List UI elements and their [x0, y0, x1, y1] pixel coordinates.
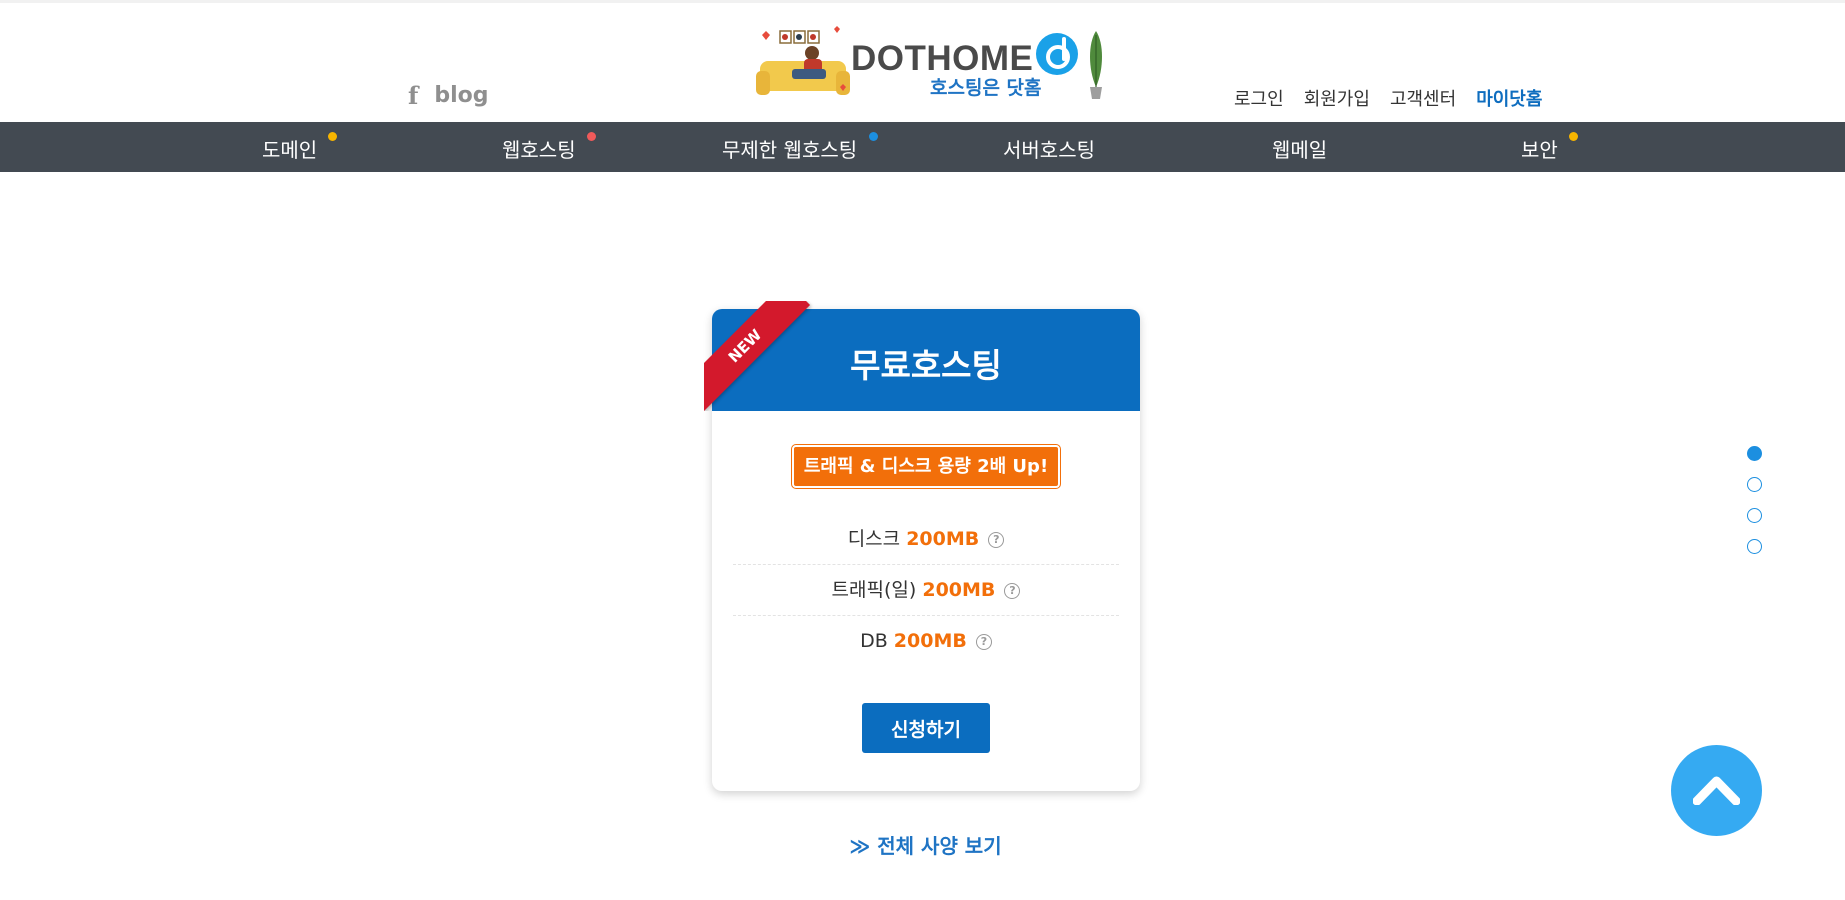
apply-button[interactable]: 신청하기 — [862, 703, 990, 753]
help-icon[interactable]: ? — [988, 531, 1005, 548]
nav-dot-security — [1569, 132, 1578, 141]
nav-item-unlimited-webhosting[interactable]: 무제한 웹호스팅 — [722, 134, 857, 163]
pager-dot-2[interactable] — [1747, 477, 1762, 492]
plant-icon — [1090, 31, 1102, 99]
spec-label: 디스크 — [847, 528, 901, 550]
signup-link[interactable]: 회원가입 — [1304, 85, 1370, 111]
nav-item-webhosting[interactable]: 웹호스팅 — [502, 134, 576, 163]
spec-db: DB 200MB ? — [733, 616, 1119, 667]
promo-badge: 트래픽 & 디스크 용량 2배 Up! — [791, 444, 1061, 489]
dothome-logo[interactable]: DOTHOME 호스팅은 닷홈 — [752, 25, 1108, 101]
help-icon[interactable]: ? — [1004, 582, 1021, 599]
login-link[interactable]: 로그인 — [1234, 85, 1284, 111]
social-links: f blog — [408, 83, 488, 108]
help-icon[interactable]: ? — [975, 633, 992, 650]
spec-value: 200MB — [893, 630, 967, 652]
blog-link[interactable]: blog — [434, 83, 488, 108]
support-link[interactable]: 고객센터 — [1390, 85, 1456, 111]
user-menu: 로그인 회원가입 고객센터 마이닷홈 — [1234, 85, 1542, 111]
pager-dot-4[interactable] — [1747, 539, 1762, 554]
facebook-icon[interactable]: f — [408, 83, 418, 108]
spec-label: 트래픽(일) — [831, 579, 917, 601]
nav-dot-webhosting — [587, 132, 596, 141]
nav-item-server-hosting[interactable]: 서버호스팅 — [1003, 134, 1095, 163]
logo-illustration-icon — [756, 26, 850, 95]
main-nav: 도메인 웹호스팅 무제한 웹호스팅 서버호스팅 웹메일 보안 — [0, 122, 1845, 172]
new-ribbon: NEW — [704, 301, 814, 411]
mydothome-link[interactable]: 마이닷홈 — [1476, 85, 1542, 111]
section-pager — [1747, 446, 1762, 554]
nav-dot-domain — [328, 132, 337, 141]
new-ribbon-label: NEW — [704, 301, 811, 411]
spec-disk: 디스크 200MB ? — [733, 514, 1119, 565]
spec-value: 200MB — [922, 579, 996, 601]
nav-dot-unlimited-webhosting — [869, 132, 878, 141]
view-all-specs-link[interactable]: ≫ 전체 사양 보기 — [0, 830, 1845, 859]
spec-traffic: 트래픽(일) 200MB ? — [733, 565, 1119, 616]
chevron-up-icon — [1693, 776, 1740, 805]
nav-item-domain[interactable]: 도메인 — [262, 134, 317, 163]
spec-label: DB — [860, 630, 888, 652]
nav-item-webmail[interactable]: 웹메일 — [1272, 134, 1327, 163]
site-header: f blog DOTHOME 호스팅은 닷홈 로그인 회원가입 고객센터 마이닷… — [0, 3, 1845, 122]
scroll-to-top-button[interactable] — [1671, 745, 1762, 836]
spec-value: 200MB — [906, 528, 980, 550]
logo-tagline: 호스팅은 닷홈 — [930, 77, 1042, 99]
pager-dot-3[interactable] — [1747, 508, 1762, 523]
nav-item-security[interactable]: 보안 — [1521, 134, 1558, 163]
pager-dot-1[interactable] — [1747, 446, 1762, 461]
logo-d-icon — [1036, 33, 1078, 75]
free-hosting-card: 무료호스팅 NEW 트래픽 & 디스크 용량 2배 Up! 디스크 200MB … — [704, 301, 1140, 791]
